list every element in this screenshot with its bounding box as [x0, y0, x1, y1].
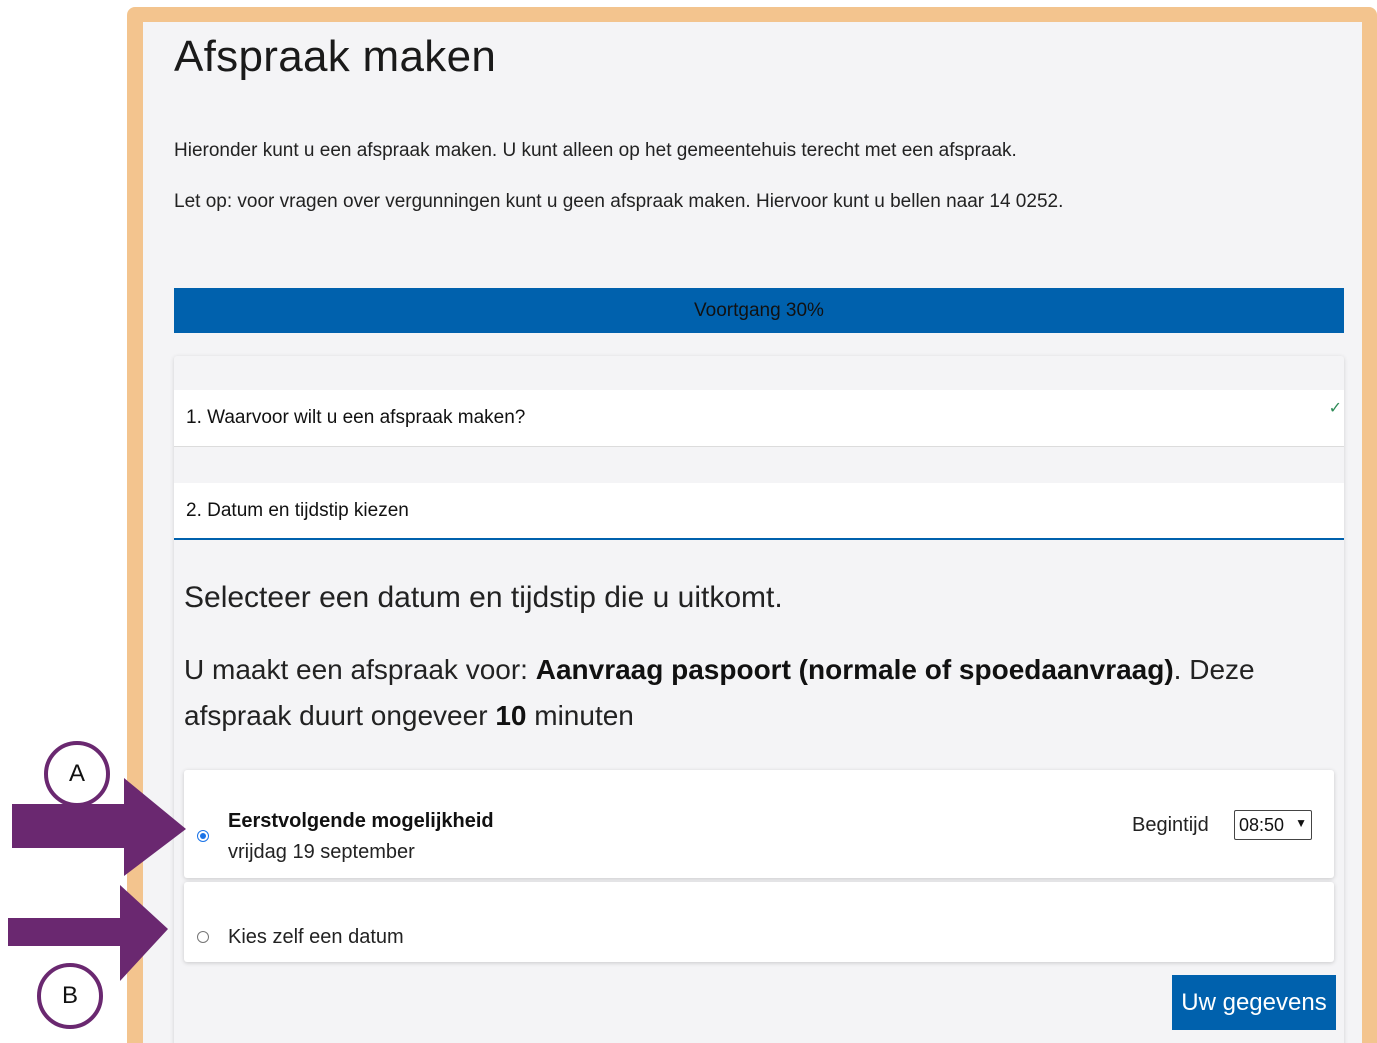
- check-icon: ✓: [1328, 400, 1342, 417]
- progress-label: Voortgang 30%: [694, 299, 824, 321]
- option-choose-date[interactable]: Kies zelf een datum: [184, 882, 1334, 962]
- step-2-label: 2. Datum en tijdstip kiezen: [186, 499, 409, 521]
- first-available-date: vrijdag 19 september: [228, 841, 415, 863]
- step-1-header[interactable]: 1. Waarvoor wilt u een afspraak maken?: [174, 390, 1344, 447]
- arrow-b-icon: [8, 885, 168, 981]
- next-button[interactable]: Uw gegevens: [1172, 975, 1336, 1030]
- info-prefix: U maakt een afspraak voor:: [184, 654, 536, 685]
- info-suffix: minuten: [526, 700, 634, 731]
- progress-bar: Voortgang 30%: [174, 288, 1344, 333]
- first-available-radio[interactable]: [197, 830, 209, 842]
- page-content: Afspraak maken Hieronder kunt u een afsp…: [143, 22, 1362, 1043]
- service-name: Aanvraag paspoort (normale of spoedaanvr…: [535, 654, 1174, 685]
- appointment-wizard: 1. Waarvoor wilt u een afspraak maken? ✓…: [174, 356, 1344, 1043]
- annotation-a-label: A: [44, 741, 110, 807]
- option-first-available[interactable]: Eerstvolgende mogelijkheid vrijdag 19 se…: [184, 770, 1334, 878]
- start-time-label: Begintijd: [1132, 814, 1209, 836]
- appointment-info: U maakt een afspraak voor: Aanvraag pasp…: [184, 647, 1334, 739]
- step-1-label: 1. Waarvoor wilt u een afspraak maken?: [186, 407, 526, 428]
- progress-fill: [174, 288, 525, 333]
- duration-value: 10: [495, 700, 527, 731]
- choose-date-radio[interactable]: [197, 931, 209, 943]
- start-time-value: 08:50: [1239, 814, 1285, 835]
- first-available-title: Eerstvolgende mogelijkheid: [228, 810, 494, 832]
- notice-text: Let op: voor vragen over vergunningen ku…: [174, 191, 1064, 212]
- step-2-heading: Selecteer een datum en tijdstip die u ui…: [184, 581, 783, 614]
- page-title: Afspraak maken: [174, 32, 497, 81]
- start-time-select[interactable]: 08:50 ▼: [1234, 810, 1312, 840]
- intro-text: Hieronder kunt u een afspraak maken. U k…: [174, 140, 1017, 161]
- chevron-down-icon: ▼: [1295, 816, 1307, 830]
- annotation-b-label: B: [37, 963, 103, 1029]
- choose-date-label: Kies zelf een datum: [228, 926, 404, 948]
- step-2-header[interactable]: 2. Datum en tijdstip kiezen: [174, 483, 1344, 540]
